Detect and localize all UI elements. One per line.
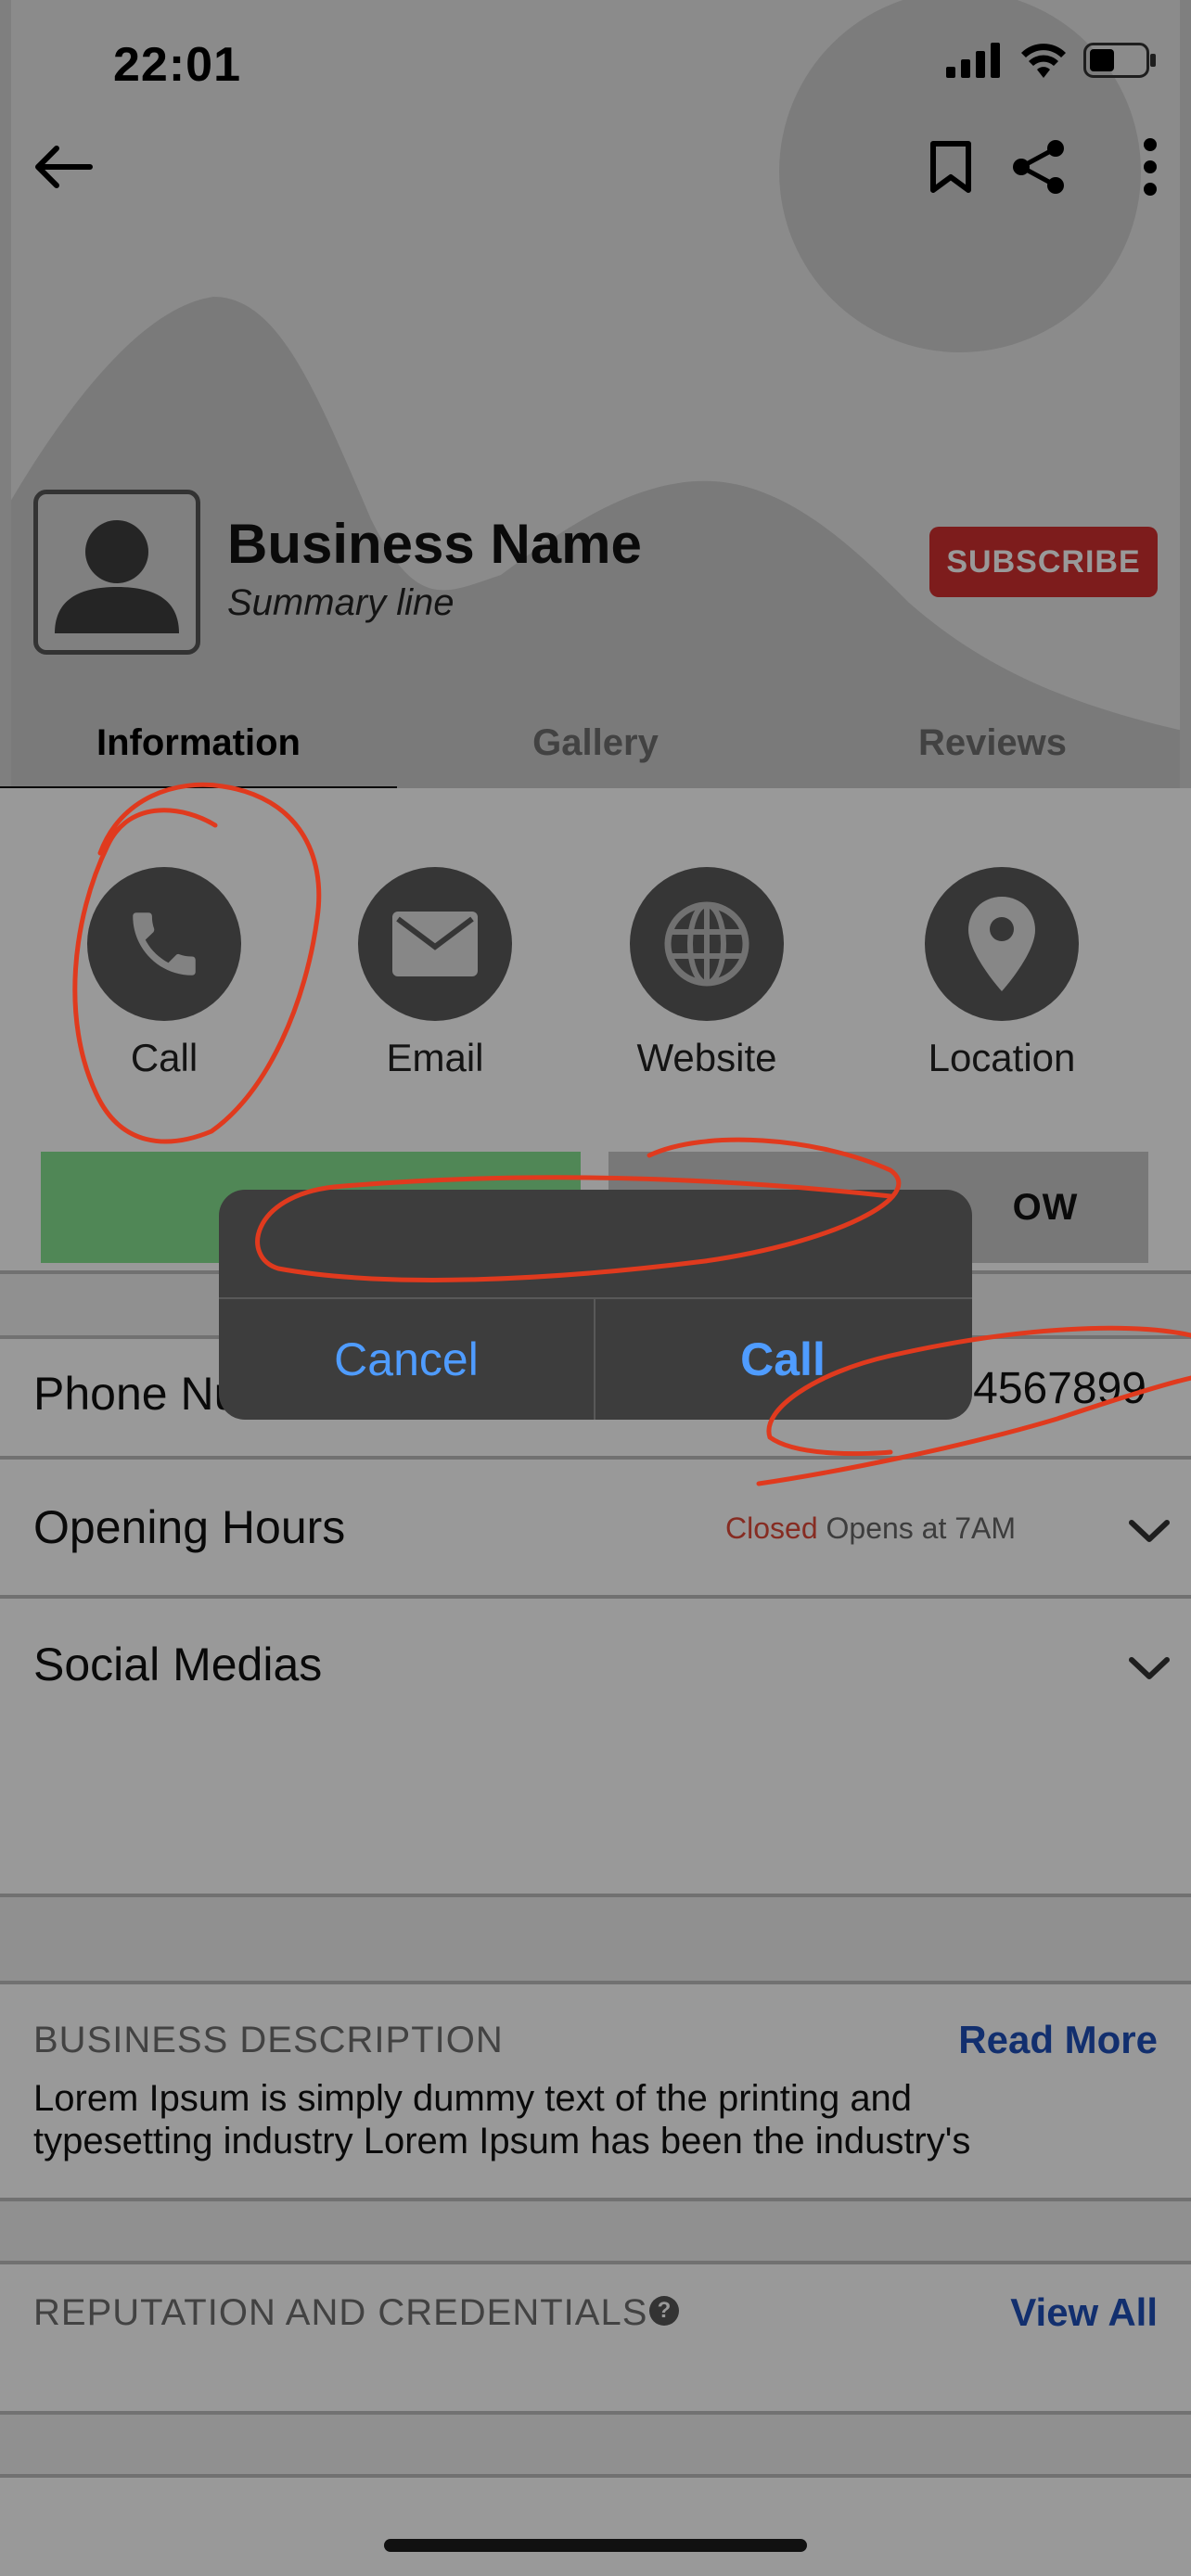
dialog-call-button[interactable]: Call bbox=[596, 1299, 970, 1420]
dialog-cancel-button[interactable]: Cancel bbox=[219, 1299, 594, 1420]
call-confirm-dialog: Cancel Call bbox=[219, 1190, 972, 1420]
home-indicator[interactable] bbox=[384, 2539, 807, 2552]
business-profile-screen: 22:01 Business Name Summary line SUBSCRI… bbox=[0, 0, 1191, 2576]
dialog-message bbox=[219, 1190, 972, 1297]
